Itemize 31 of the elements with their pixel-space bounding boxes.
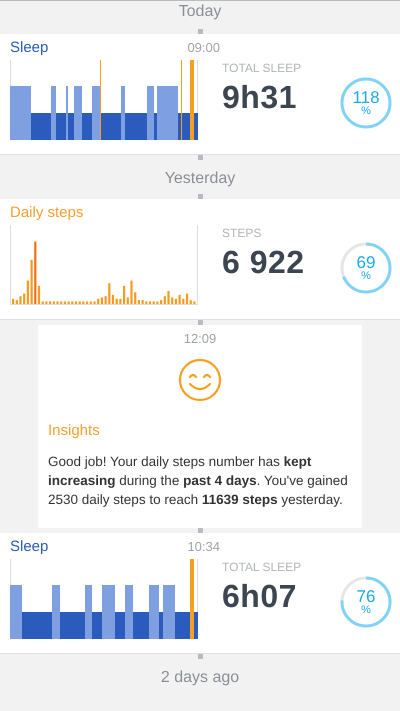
percent-unit: % xyxy=(361,271,371,282)
card-time: 12:09 xyxy=(184,331,216,346)
stat-label: STEPS xyxy=(222,226,262,240)
stat-value: 6h07 xyxy=(222,578,298,615)
day-header: Today xyxy=(178,2,222,22)
percent-unit: % xyxy=(361,604,371,616)
stat-value: 6 922 xyxy=(222,244,306,281)
timeline-connector xyxy=(198,528,202,533)
stat-value: 9h31 xyxy=(222,79,298,116)
card-title: Sleep xyxy=(10,39,48,56)
timeline-connector xyxy=(198,654,202,659)
timeline-connector xyxy=(198,320,202,325)
insight-card[interactable]: 12:09 Insights Good job! Your daily steps number has kept increasing during the past 4 days. You've gained 2530 daily steps to reach 11639 steps yesterday. xyxy=(38,325,362,528)
timeline-connector xyxy=(198,29,202,34)
card-time: 10:34 xyxy=(187,538,220,554)
insight-text: Good job! Your daily steps number has kept increasing during the past 4 days. You've gained 2530 daily steps to reach 11639 steps yesterday. xyxy=(48,453,349,509)
activity-card[interactable]: Sleep 10:34 TOTAL SLEEP 6h07 76 % xyxy=(0,532,400,654)
stat-label: TOTAL SLEEP xyxy=(222,61,302,75)
card-time: 09:00 xyxy=(187,40,220,55)
stat-label: TOTAL SLEEP xyxy=(222,560,302,574)
day-header: Yesterday xyxy=(164,169,236,189)
percent-value: 69 xyxy=(356,254,376,271)
smiley-icon xyxy=(178,358,222,402)
percent-value: 76 xyxy=(356,588,376,605)
timeline-connector xyxy=(198,194,202,199)
card-title: Daily steps xyxy=(10,204,84,221)
card-title: Sleep xyxy=(10,538,48,555)
card-title: Insights xyxy=(48,422,100,439)
timeline-connector xyxy=(198,155,202,160)
day-header: 2 days ago xyxy=(160,668,240,688)
activity-card[interactable]: Daily steps STEPS 6 922 69 % xyxy=(0,199,400,320)
